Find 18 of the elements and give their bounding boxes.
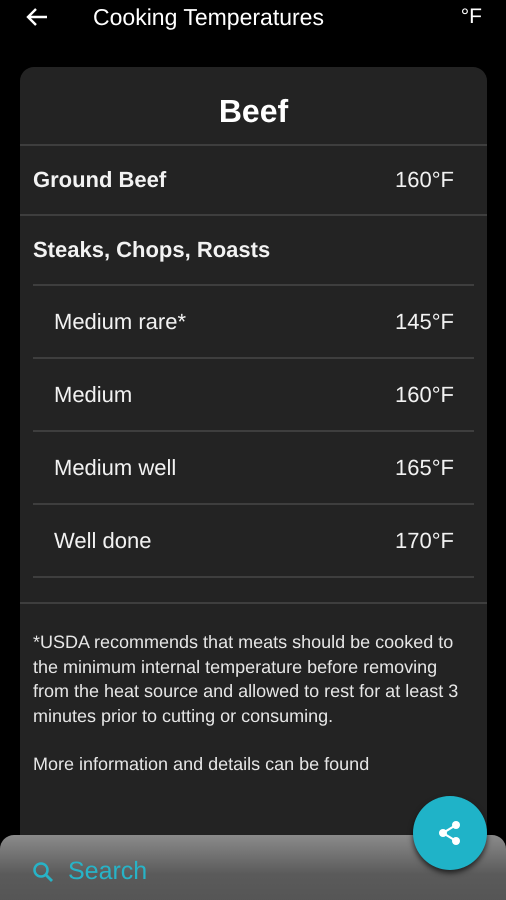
doneness-label: Medium — [54, 382, 132, 408]
back-arrow-icon — [26, 7, 48, 27]
note-text: *USDA recommends that meats should be cooked to the minimum internal temperature before removing from the heat source and allowed to rest for at least 3 minutes prior to cutting or consuming. — [33, 631, 460, 728]
category-title: Beef — [218, 92, 290, 131]
doneness-label: Medium rare* — [54, 308, 186, 334]
doneness-label: Well done — [54, 528, 152, 554]
unit-toggle[interactable]: °F — [460, 5, 482, 29]
meat-label: Steaks, Chops, Roasts — [33, 237, 270, 263]
temperature: 165°F — [395, 454, 454, 480]
temperature: 145°F — [395, 308, 454, 334]
temperature: 160°F — [395, 382, 454, 408]
meat-label: Ground Beef — [33, 167, 166, 193]
temperature: 170°F — [395, 528, 454, 554]
screen-title: Cooking Temperatures — [93, 4, 325, 30]
temperature: 160°F — [395, 167, 454, 193]
doneness-label: Medium well — [54, 454, 176, 480]
search-icon — [32, 860, 54, 882]
note-text: More information and details can be found — [33, 753, 370, 776]
